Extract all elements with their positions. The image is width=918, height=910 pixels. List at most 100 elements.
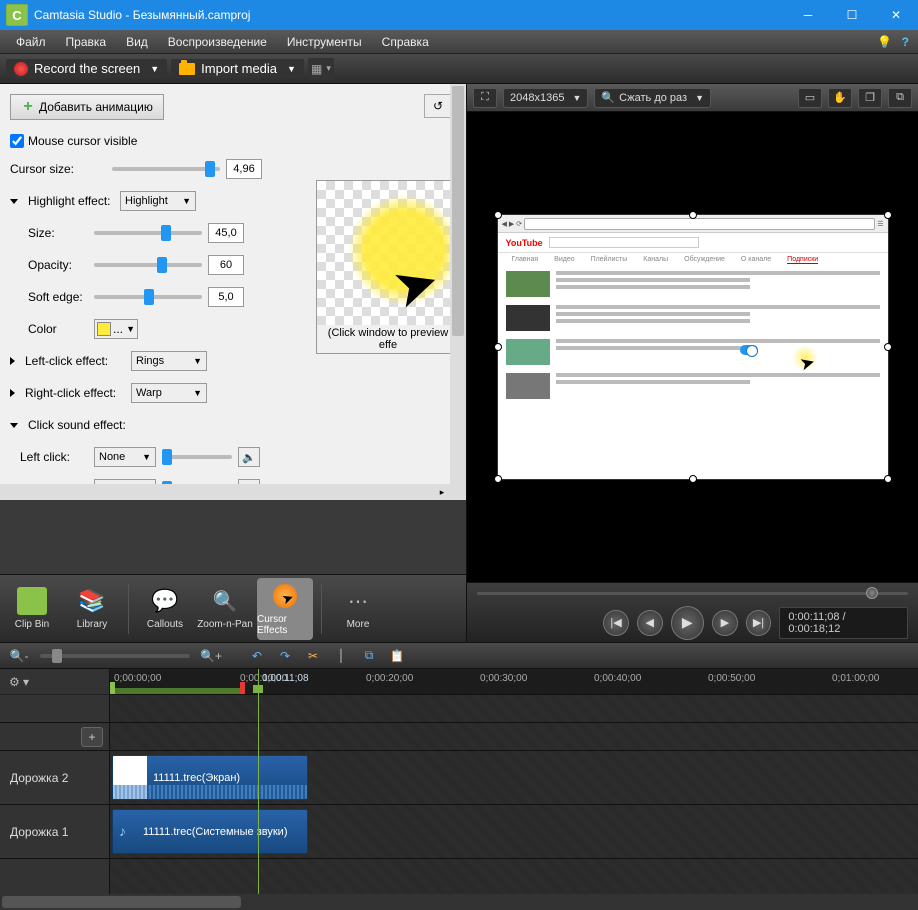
app-logo: C <box>6 4 28 26</box>
main-toolbar: Record the screen▼ Import media▼ ▦▾ <box>0 54 918 84</box>
left-click-effect-select[interactable]: Rings▼ <box>131 351 207 371</box>
highlight-effect-select[interactable]: Highlight▼ <box>120 191 196 211</box>
opacity-value[interactable] <box>208 255 244 275</box>
color-picker[interactable]: ... ▼ <box>94 319 138 339</box>
split-icon[interactable]: ⎮ <box>330 646 352 666</box>
player-controls: |◀ ◀ ▶ ▶ ▶| 0:00:11;08 / 0:00:18;12 <box>467 582 918 642</box>
maximize-button[interactable]: ☐ <box>830 0 874 30</box>
window-title: Camtasia Studio - Безымянный.camproj <box>34 8 786 22</box>
cursor-size-label: Cursor size: <box>10 162 106 176</box>
preview-panel: ⛶ 2048x1365 ▼ 🔍 Сжать до раз ▼ ▭ ✋ ❐ ⧉ ◀… <box>466 84 918 642</box>
cursor-visible-label: Mouse cursor visible <box>28 134 137 148</box>
detach-button[interactable]: ❐ <box>858 88 882 108</box>
props-vscroll[interactable] <box>450 84 466 500</box>
dimensions-select[interactable]: 2048x1365 ▼ <box>503 88 588 108</box>
help-icon[interactable]: ? <box>902 35 909 49</box>
plus-icon: + <box>21 100 35 114</box>
copy-icon[interactable]: ⧉ <box>358 646 380 666</box>
canvas-stage[interactable]: ◀▶⟳☰ YouTube ГлавнаяВидеоПлейлистыКаналы… <box>467 112 918 582</box>
redo-icon[interactable]: ↷ <box>274 646 296 666</box>
cut-icon[interactable]: ✂ <box>302 646 324 666</box>
tab-clipbin[interactable]: Clip Bin <box>4 578 60 640</box>
properties-panel: + Добавить анимацию ↺ Mouse cursor visib… <box>0 84 466 642</box>
undo-icon[interactable]: ↶ <box>246 646 268 666</box>
prev-button[interactable]: |◀ <box>603 610 629 636</box>
cursor-size-value[interactable] <box>226 159 262 179</box>
menu-play[interactable]: Воспроизведение <box>158 30 277 54</box>
opacity-label: Opacity: <box>10 258 88 272</box>
tab-zoom[interactable]: 🔍Zoom-n-Pan <box>197 578 253 640</box>
preview-toolbar: ⛶ 2048x1365 ▼ 🔍 Сжать до раз ▼ ▭ ✋ ❐ ⧉ <box>467 84 918 112</box>
crop-button[interactable]: ▭ <box>798 88 822 108</box>
clip-track1[interactable]: ♪11111.trec(Системные звуки) <box>112 809 308 854</box>
left-click-play-button[interactable]: 🔈 <box>238 447 260 467</box>
track1-header[interactable]: Дорожка 1 <box>0 805 109 859</box>
time-ruler[interactable]: 0;00:00;00 0;00:10;00 0;00:20;00 0;00:30… <box>110 669 918 695</box>
folder-icon <box>179 63 195 75</box>
editing-dimensions-icon[interactable]: ⛶ <box>473 88 497 108</box>
menu-edit[interactable]: Правка <box>56 30 117 54</box>
cursor-preview[interactable]: ➤ (Click window to preview effe <box>316 180 460 354</box>
reset-button[interactable]: ↺ <box>424 94 452 118</box>
seek-bar[interactable] <box>477 592 908 595</box>
menu-help[interactable]: Справка <box>372 30 439 54</box>
timeline-hscroll[interactable] <box>0 894 918 910</box>
track2-header[interactable]: Дорожка 2 <box>0 751 109 805</box>
tab-library[interactable]: 📚Library <box>64 578 120 640</box>
preview-hint: (Click window to preview effe <box>317 325 459 353</box>
record-icon <box>14 62 28 76</box>
record-screen-button[interactable]: Record the screen▼ <box>6 59 167 78</box>
produce-share-button[interactable]: ▦▾ <box>308 58 334 80</box>
menu-tools[interactable]: Инструменты <box>277 30 372 54</box>
close-button[interactable]: ✕ <box>874 0 918 30</box>
left-click-volume-slider[interactable] <box>162 455 232 459</box>
tab-callouts[interactable]: 💬Callouts <box>137 578 193 640</box>
timeline-settings-icon[interactable]: ⚙ ▾ <box>8 672 30 692</box>
cursor-size-slider[interactable] <box>112 167 220 171</box>
tab-cursor-effects[interactable]: ➤ Cursor Effects <box>257 578 313 640</box>
color-label: Color <box>10 322 88 336</box>
softedge-value[interactable] <box>208 287 244 307</box>
canvas[interactable]: ◀▶⟳☰ YouTube ГлавнаяВидеоПлейлистыКаналы… <box>497 214 889 480</box>
pan-button[interactable]: ✋ <box>828 88 852 108</box>
opacity-slider[interactable] <box>94 263 202 267</box>
cursor-visible-checkbox[interactable] <box>10 134 24 148</box>
next-button[interactable]: ▶| <box>746 610 772 636</box>
playhead[interactable]: 0;00:11;08 <box>258 669 259 894</box>
right-click-effect-select[interactable]: Warp▼ <box>131 383 207 403</box>
fullscreen-button[interactable]: ⧉ <box>888 88 912 108</box>
left-click-sound-select[interactable]: None▼ <box>94 447 156 467</box>
shrink-to-fit-select[interactable]: 🔍 Сжать до раз ▼ <box>594 88 711 108</box>
add-track-button[interactable]: + <box>81 727 103 747</box>
softedge-label: Soft edge: <box>10 290 88 304</box>
timeline-content[interactable]: 0;00:00;00 0;00:10;00 0;00:20;00 0;00:30… <box>110 669 918 894</box>
props-hscroll[interactable]: ▸ <box>0 484 450 500</box>
size-value[interactable] <box>208 223 244 243</box>
left-click-label: Left click: <box>10 450 88 464</box>
minimize-button[interactable]: ─ <box>786 0 830 30</box>
clip-track2[interactable]: ▦11111.trec(Экран) <box>112 755 308 800</box>
tab-more[interactable]: ⋯More <box>330 578 386 640</box>
highlight-effect-label: Highlight effect: <box>28 194 114 208</box>
menu-file[interactable]: Файл <box>6 30 56 54</box>
titlebar: C Camtasia Studio - Безымянный.camproj ─… <box>0 0 918 30</box>
step-fwd-button[interactable]: ▶ <box>712 610 738 636</box>
zoom-out-icon[interactable]: 🔍- <box>8 646 30 666</box>
zoom-in-icon[interactable]: 🔍+ <box>200 646 222 666</box>
step-back-button[interactable]: ◀ <box>637 610 663 636</box>
size-slider[interactable] <box>94 231 202 235</box>
add-animation-button[interactable]: + Добавить анимацию <box>10 94 164 120</box>
play-button[interactable]: ▶ <box>671 606 705 640</box>
import-media-button[interactable]: Import media▼ <box>171 59 304 78</box>
menu-view[interactable]: Вид <box>116 30 158 54</box>
size-label: Size: <box>10 226 88 240</box>
time-display: 0:00:11;08 / 0:00:18;12 <box>779 607 908 639</box>
left-click-effect-label: Left-click effect: <box>25 354 125 368</box>
tips-icon[interactable]: 💡 <box>877 35 892 49</box>
zoom-slider[interactable] <box>40 654 190 658</box>
menubar: Файл Правка Вид Воспроизведение Инструме… <box>0 30 918 54</box>
timeline: 🔍- 🔍+ ↶ ↷ ✂ ⎮ ⧉ 📋 ⚙ ▾ + Дорожка 2 Дорожк… <box>0 642 918 910</box>
softedge-slider[interactable] <box>94 295 202 299</box>
paste-icon[interactable]: 📋 <box>386 646 408 666</box>
tool-strip: Clip Bin 📚Library 💬Callouts 🔍Zoom-n-Pan … <box>0 574 466 642</box>
